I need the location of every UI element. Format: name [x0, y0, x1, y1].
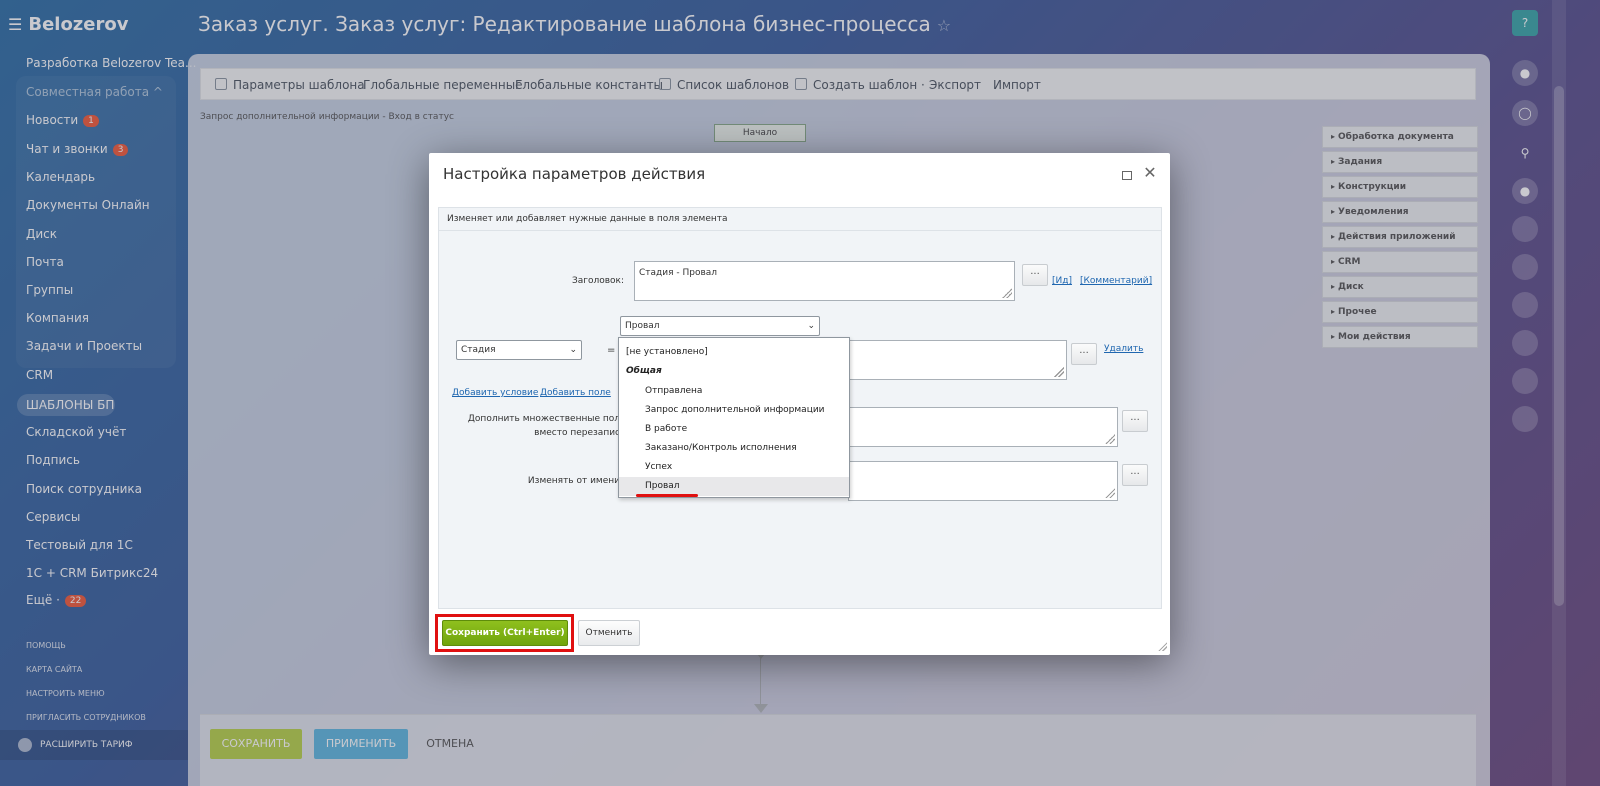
title-textarea[interactable]: Стадия - Провал	[634, 261, 1015, 301]
title-label: Заголовок:	[571, 276, 624, 286]
multi-fields-label-line2: вместо перезапис	[534, 428, 620, 438]
stage-dropdown-list: [не установлено] Общая Отправлена Запрос…	[618, 337, 850, 498]
modify-as-label: Изменять от имени	[527, 476, 620, 486]
close-icon[interactable]: ✕	[1141, 163, 1159, 183]
maximize-icon[interactable]	[1119, 167, 1135, 183]
resize-handle[interactable]	[1158, 642, 1167, 651]
value-textarea[interactable]	[848, 340, 1067, 380]
dropdown-option[interactable]: В работе	[619, 420, 849, 439]
multi-fields-textarea[interactable]	[848, 407, 1118, 447]
field-select[interactable]: Стадия ⌄	[456, 340, 582, 360]
dropdown-option[interactable]: Успех	[619, 458, 849, 477]
equals-sign: =	[607, 345, 616, 356]
dialog-description: Изменяет или добавляет нужные данные в п…	[438, 207, 1162, 231]
multi-fields-dots-button[interactable]: ...	[1122, 410, 1148, 432]
modify-as-dots-button[interactable]: ...	[1122, 464, 1148, 486]
modify-as-textarea[interactable]	[848, 461, 1118, 501]
dropdown-option[interactable]: Запрос дополнительной информации	[619, 401, 849, 420]
dropdown-group-label: Общая	[626, 366, 662, 376]
add-condition-link[interactable]: Добавить условие	[452, 388, 538, 398]
dropdown-option[interactable]: Заказано/Контроль исполнения	[619, 439, 849, 458]
id-link[interactable]: [Ид]	[1052, 276, 1072, 286]
dropdown-option[interactable]: [не установлено]	[619, 343, 849, 362]
value-select[interactable]: Провал ⌄	[620, 316, 820, 336]
dialog-title: Настройка параметров действия	[443, 165, 706, 183]
title-dots-button[interactable]: ...	[1022, 264, 1048, 286]
comment-link[interactable]: [Комментарий]	[1080, 276, 1152, 286]
delete-link[interactable]: Удалить	[1104, 344, 1143, 354]
add-field-link[interactable]: Добавить поле	[540, 388, 611, 398]
multi-fields-label-line1: Дополнить множественные пол	[467, 414, 620, 424]
annotation-underline	[636, 494, 698, 497]
save-button[interactable]: Сохранить (Ctrl+Enter)	[442, 620, 568, 646]
value-dots-button[interactable]: ...	[1071, 343, 1097, 365]
cancel-button[interactable]: Отменить	[578, 620, 640, 646]
dropdown-option[interactable]: Отправлена	[619, 382, 849, 401]
chevron-down-icon: ⌄	[569, 345, 577, 355]
chevron-down-icon: ⌄	[807, 321, 815, 331]
